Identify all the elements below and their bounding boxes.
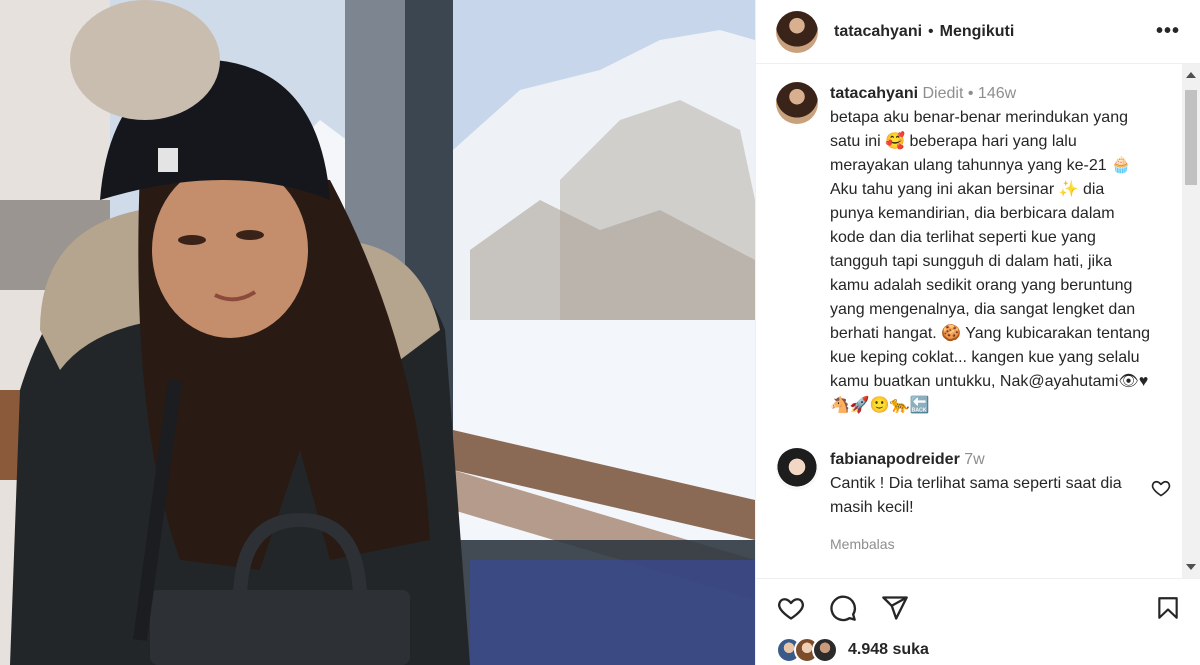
caption-age[interactable]: 146w <box>978 85 1016 102</box>
comment-icon[interactable] <box>828 594 858 627</box>
action-bar: 4.948 suka <box>756 578 1200 665</box>
bookmark-icon[interactable] <box>1155 594 1181 627</box>
comments-scrollbar[interactable] <box>1182 64 1200 578</box>
comment-like-icon[interactable] <box>1151 478 1171 503</box>
heart-icon[interactable] <box>776 594 806 627</box>
post-photo <box>0 0 755 665</box>
scroll-up-icon[interactable] <box>1186 72 1196 78</box>
commenter-username[interactable]: fabianapodreider <box>830 451 960 468</box>
caption-body: tatacahyani Diedit • 146w betapa aku ben… <box>830 82 1150 418</box>
likes-count[interactable]: 4.948 suka <box>848 641 929 659</box>
caption-username[interactable]: tatacahyani <box>830 85 918 102</box>
likes-row[interactable]: 4.948 suka <box>756 627 1200 663</box>
photo-illustration <box>0 0 755 665</box>
reply-button[interactable]: Membalas <box>830 532 1130 556</box>
header-username[interactable]: tatacahyani <box>834 23 922 41</box>
scroll-thumb[interactable] <box>1185 90 1197 185</box>
author-avatar[interactable] <box>776 10 818 53</box>
scroll-down-icon[interactable] <box>1186 564 1196 570</box>
comments-section[interactable]: tatacahyani Diedit • 146w betapa aku ben… <box>756 64 1183 578</box>
post-header: tatacahyani • Mengikuti ••• <box>756 0 1200 64</box>
comment-body: fabianapodreider 7w Cantik ! Dia terliha… <box>830 448 1130 556</box>
caption-text: betapa aku benar-benar merindukan yang s… <box>830 109 1155 414</box>
comment-age[interactable]: 7w <box>964 451 984 468</box>
more-options-icon[interactable]: ••• <box>1156 20 1180 43</box>
edited-label: Diedit <box>922 85 964 102</box>
action-icons <box>756 579 1200 627</box>
comment-item: fabianapodreider 7w Cantik ! Dia terliha… <box>756 418 1183 556</box>
caption-block: tatacahyani Diedit • 146w betapa aku ben… <box>756 64 1183 418</box>
commenter-avatar[interactable] <box>776 448 818 490</box>
share-icon[interactable] <box>880 594 910 627</box>
comment-text: Cantik ! Dia terlihat sama seperti saat … <box>830 475 1122 516</box>
following-button[interactable]: Mengikuti <box>940 23 1015 41</box>
post-sidebar: tatacahyani • Mengikuti ••• tatacahyani … <box>755 0 1200 665</box>
header-separator: • <box>928 22 934 40</box>
post-viewer: tatacahyani • Mengikuti ••• tatacahyani … <box>0 0 1200 665</box>
liker-avatar <box>812 637 838 663</box>
caption-avatar[interactable] <box>776 82 818 124</box>
caption-dot: • <box>967 85 974 102</box>
caption-meta: tatacahyani Diedit • 146w <box>830 82 1150 106</box>
